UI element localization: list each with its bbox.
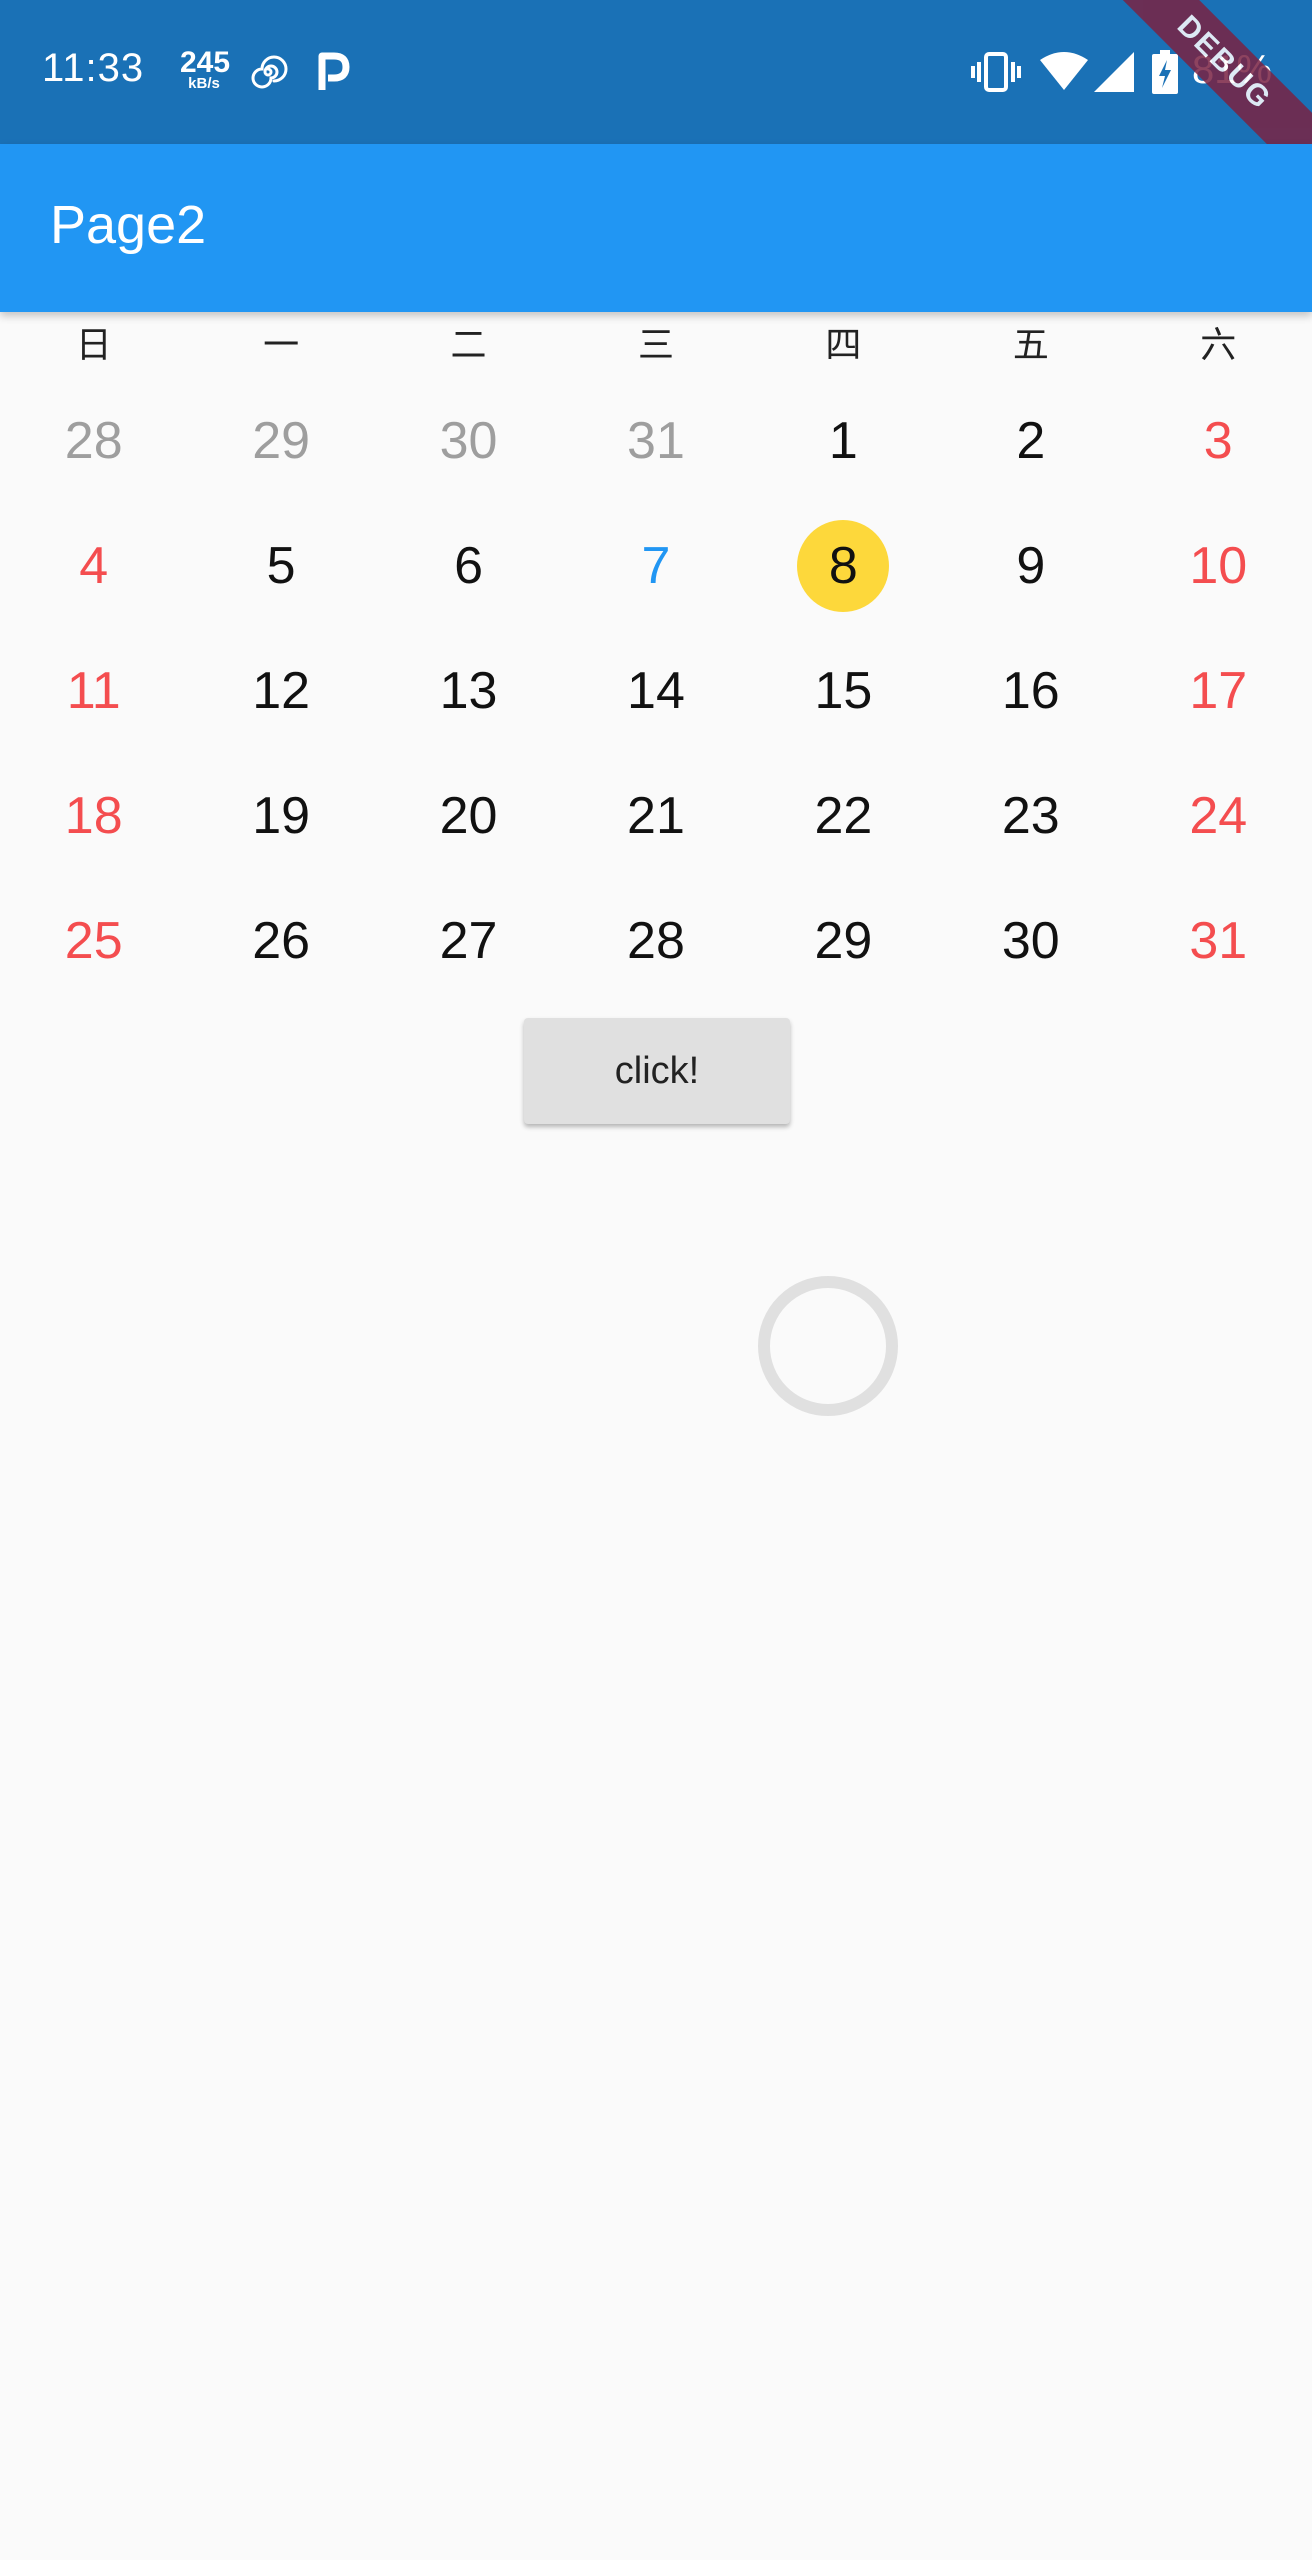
calendar-day[interactable]: 31 [610,395,702,487]
calendar-day[interactable]: 20 [423,770,515,862]
calendar-day[interactable]: 11 [48,645,140,737]
net-speed-value: 245 [180,46,231,79]
calendar-day[interactable]: 10 [1172,520,1264,612]
weekday-header: 日 一 二 三 四 五 六 [0,318,1312,374]
click-button[interactable]: click! [524,1018,790,1124]
calendar-week-row: 4 5 6 7 8 9 10 [0,503,1312,628]
weekday-label: 六 [1200,325,1237,366]
calendar-grid: 28 29 30 31 1 2 3 4 5 6 7 8 9 10 11 12 1… [0,378,1312,1003]
calendar-day[interactable]: 31 [1172,895,1264,987]
calendar-week-row: 18 19 20 21 22 23 24 [0,753,1312,878]
calendar-day[interactable]: 13 [423,645,515,737]
loading-spinner [758,1276,898,1416]
calendar-day-today[interactable]: 7 [610,520,702,612]
cell-signal-icon [1094,52,1134,92]
calendar-day-selected[interactable]: 8 [797,519,890,612]
calendar-day[interactable]: 30 [423,395,515,487]
calendar-day[interactable]: 17 [1172,645,1264,737]
calendar-week-row: 25 26 27 28 29 30 31 [0,878,1312,1003]
calendar-day[interactable]: 14 [610,645,702,737]
calendar-day[interactable]: 5 [235,520,327,612]
calendar-day[interactable]: 29 [235,395,327,487]
weekday-label: 日 [75,325,112,366]
weekday-label: 二 [450,325,487,366]
battery-charging-icon [1152,50,1178,94]
calendar-week-row: 11 12 13 14 15 16 17 [0,628,1312,753]
vibrate-icon [971,52,1021,92]
calendar-day[interactable]: 23 [985,770,1077,862]
calendar-day[interactable]: 18 [48,770,140,862]
calendar-day[interactable]: 30 [985,895,1077,987]
status-time: 11:33 [42,46,145,90]
calendar-day[interactable]: 1 [797,395,889,487]
spiral-icon [251,55,288,89]
calendar-day[interactable]: 9 [985,520,1077,612]
calendar-day[interactable]: 25 [48,895,140,987]
app-bar: Page2 [0,144,1312,312]
calendar-day[interactable]: 12 [235,645,327,737]
calendar-day[interactable]: 19 [235,770,327,862]
calendar-day[interactable]: 27 [423,895,515,987]
weekday-label: 五 [1012,325,1049,366]
calendar-day[interactable]: 28 [610,895,702,987]
calendar-day[interactable]: 4 [48,520,140,612]
net-speed-indicator: 245 kB/s [180,46,231,92]
weekday-label: 四 [825,325,862,366]
calendar-day[interactable]: 29 [797,895,889,987]
calendar-day[interactable]: 2 [985,395,1077,487]
weekday-label: 三 [637,325,674,366]
p-app-icon [318,52,350,90]
calendar-week-row: 28 29 30 31 1 2 3 [0,378,1312,503]
calendar-day[interactable]: 22 [797,770,889,862]
calendar-day[interactable]: 15 [797,645,889,737]
calendar-day[interactable]: 26 [235,895,327,987]
page-title: Page2 [50,195,207,255]
calendar-day[interactable]: 16 [985,645,1077,737]
wifi-icon [1040,52,1088,90]
calendar-day[interactable]: 6 [423,520,515,612]
calendar-day[interactable]: 24 [1172,770,1264,862]
weekday-label: 一 [263,325,300,366]
calendar-day[interactable]: 21 [610,770,702,862]
calendar-day[interactable]: 3 [1172,395,1264,487]
calendar-day[interactable]: 28 [48,395,140,487]
status-bar: 11:33 245 kB/s 81% [0,0,1312,144]
